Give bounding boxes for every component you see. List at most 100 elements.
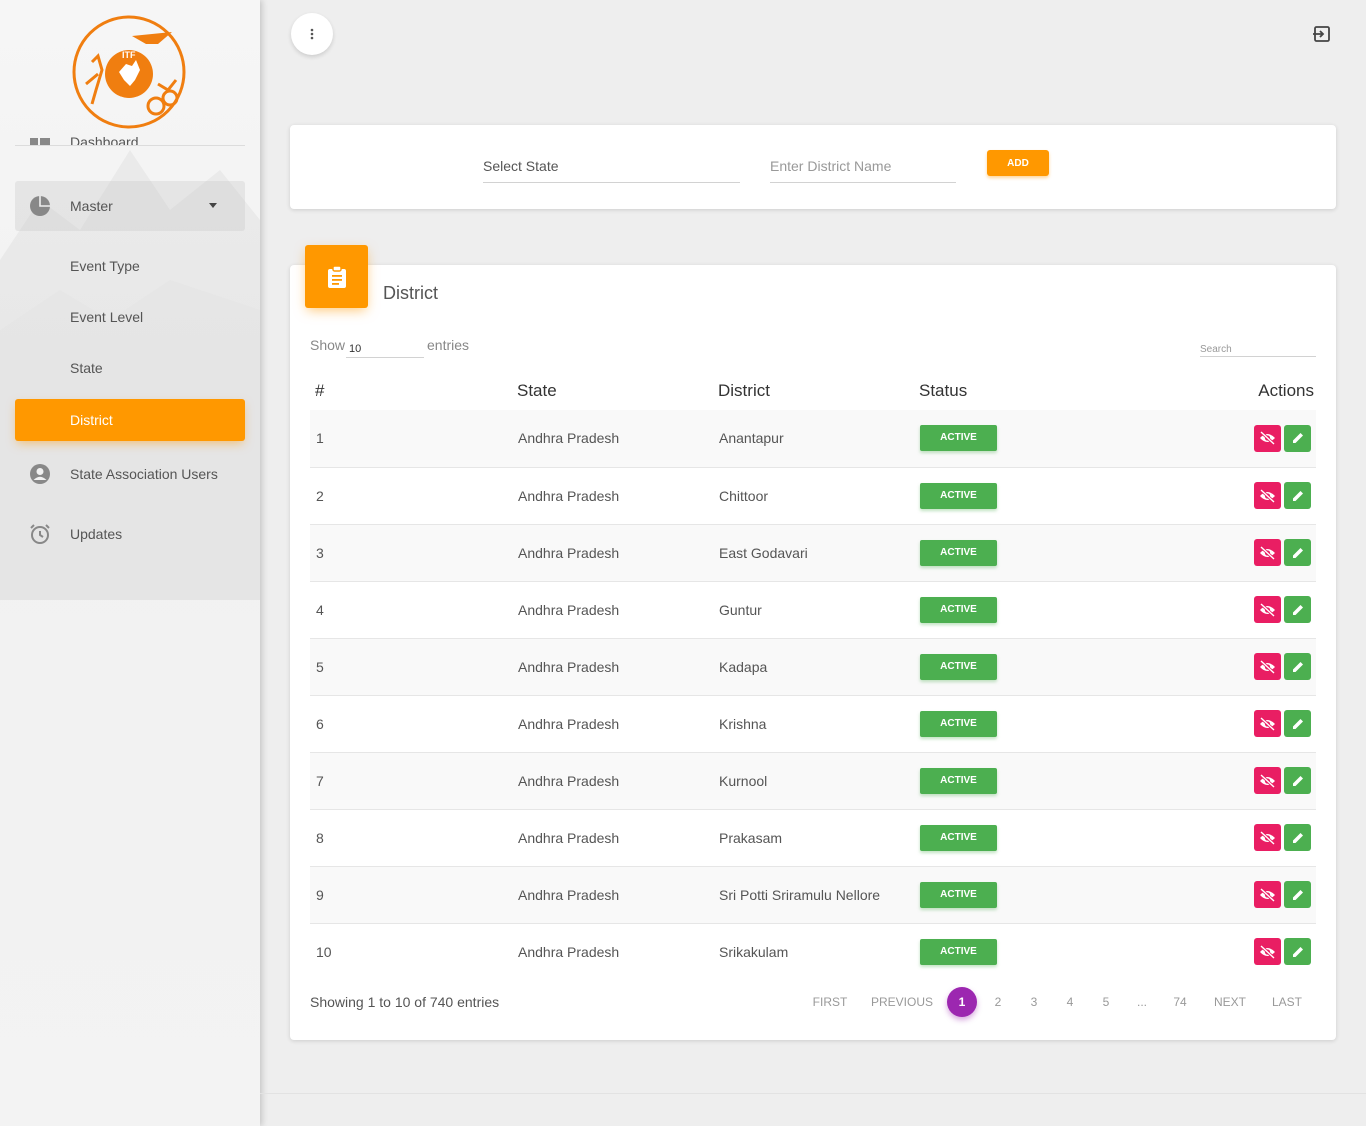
cell-district: Srikakulam xyxy=(713,922,914,980)
hide-button[interactable] xyxy=(1254,539,1281,566)
hide-button[interactable] xyxy=(1254,881,1281,908)
sidebar-item-dashboard[interactable]: Dashboard xyxy=(15,132,245,145)
search-field[interactable] xyxy=(1200,339,1316,357)
pencil-icon xyxy=(1291,660,1305,674)
eye-off-icon xyxy=(1259,887,1276,902)
status-badge[interactable]: ACTIVE xyxy=(920,710,997,737)
edit-button[interactable] xyxy=(1284,710,1311,737)
table-row: 1 Andhra Pradesh Anantapur ACTIVE xyxy=(310,410,1316,467)
table-row: 3 Andhra Pradesh East Godavari ACTIVE xyxy=(310,523,1316,581)
hide-button[interactable] xyxy=(1254,938,1281,966)
pagination-page-4[interactable]: 4 xyxy=(1060,987,1080,1017)
table-row: 8 Andhra Pradesh Prakasam ACTIVE xyxy=(310,808,1316,866)
hide-button[interactable] xyxy=(1254,424,1281,452)
pagination-previous[interactable]: PREVIOUS xyxy=(870,987,934,1017)
sidebar-item-label: District xyxy=(70,412,113,428)
alarm-clock-icon xyxy=(29,523,51,545)
edit-button[interactable] xyxy=(1284,938,1311,966)
status-badge[interactable]: ACTIVE xyxy=(920,482,997,509)
cell-status: ACTIVE xyxy=(914,865,1164,923)
more-menu-button[interactable] xyxy=(291,13,333,55)
edit-button[interactable] xyxy=(1284,767,1311,794)
status-badge[interactable]: ACTIVE xyxy=(920,596,997,623)
pagination-next[interactable]: NEXT xyxy=(1210,987,1250,1017)
hide-button[interactable] xyxy=(1254,482,1281,509)
status-badge[interactable]: ACTIVE xyxy=(920,881,997,908)
sidebar-item-district[interactable]: District xyxy=(15,399,245,441)
sidebar-item-event-level[interactable]: Event Level xyxy=(15,296,245,338)
edit-button[interactable] xyxy=(1284,881,1311,908)
search-input[interactable] xyxy=(1200,344,1316,355)
edit-button[interactable] xyxy=(1284,539,1311,566)
cell-state: Andhra Pradesh xyxy=(512,637,713,695)
logout-button[interactable] xyxy=(1312,24,1332,44)
cell-state: Andhra Pradesh xyxy=(512,523,713,581)
sidebar-item-label: State Association Users xyxy=(70,466,218,482)
hide-button[interactable] xyxy=(1254,824,1281,851)
pagination-ellipsis: ... xyxy=(1136,995,1147,1009)
column-header-state[interactable]: State xyxy=(512,372,713,410)
state-select[interactable]: Select State xyxy=(483,155,740,183)
page-size-select[interactable]: 10 xyxy=(346,338,424,358)
pencil-icon xyxy=(1291,431,1305,445)
pagination-page-3[interactable]: 3 xyxy=(1024,987,1044,1017)
pagination-page-74[interactable]: 74 xyxy=(1168,987,1192,1017)
cell-district: Chittoor xyxy=(713,466,914,524)
cell-number: 6 xyxy=(310,694,512,752)
edit-button[interactable] xyxy=(1284,482,1311,509)
pagination-page-5[interactable]: 5 xyxy=(1096,987,1116,1017)
pencil-icon xyxy=(1291,546,1305,560)
add-button[interactable]: ADD xyxy=(987,150,1049,176)
cell-district: Prakasam xyxy=(713,808,914,866)
itf-logo[interactable]: ITF xyxy=(72,14,190,132)
edit-button[interactable] xyxy=(1284,653,1311,680)
cell-state: Andhra Pradesh xyxy=(512,865,713,923)
edit-button[interactable] xyxy=(1284,424,1311,452)
eye-off-icon xyxy=(1259,716,1276,731)
status-badge[interactable]: ACTIVE xyxy=(920,653,997,680)
cell-number: 4 xyxy=(310,580,512,638)
cell-status: ACTIVE xyxy=(914,808,1164,866)
status-badge[interactable]: ACTIVE xyxy=(920,767,997,794)
district-name-input[interactable] xyxy=(770,155,956,174)
sidebar-item-state[interactable]: State xyxy=(15,347,245,389)
sidebar-item-label: Event Type xyxy=(70,258,140,274)
table-row: 9 Andhra Pradesh Sri Potti Sriramulu Nello… xyxy=(310,865,1316,923)
pencil-icon xyxy=(1291,603,1305,617)
card-title: District xyxy=(383,283,438,303)
column-header-status[interactable]: Status xyxy=(914,372,1164,410)
cell-actions xyxy=(1164,637,1316,695)
table-row: 7 Andhra Pradesh Kurnool ACTIVE xyxy=(310,751,1316,809)
hide-button[interactable] xyxy=(1254,710,1281,737)
sidebar-item-updates[interactable]: Updates xyxy=(15,513,245,555)
sidebar-item-master[interactable]: Master xyxy=(15,181,245,231)
status-badge[interactable]: ACTIVE xyxy=(920,425,997,452)
sidebar-item-event-type[interactable]: Event Type xyxy=(15,245,245,287)
pencil-icon xyxy=(1291,774,1305,788)
pagination-last[interactable]: LAST xyxy=(1268,987,1306,1017)
cell-actions xyxy=(1164,922,1316,980)
cell-district: East Godavari xyxy=(713,523,914,581)
cell-actions xyxy=(1164,410,1316,467)
card-header-icon xyxy=(305,245,368,308)
sidebar-item-state-association-users[interactable]: State Association Users xyxy=(15,453,245,495)
status-badge[interactable]: ACTIVE xyxy=(920,938,997,965)
pagination-page-1[interactable]: 1 xyxy=(947,987,977,1017)
hide-button[interactable] xyxy=(1254,596,1281,623)
edit-button[interactable] xyxy=(1284,824,1311,851)
hide-button[interactable] xyxy=(1254,653,1281,680)
column-header-number[interactable]: # xyxy=(310,372,512,410)
cell-actions xyxy=(1164,808,1316,866)
cell-state: Andhra Pradesh xyxy=(512,694,713,752)
status-badge[interactable]: ACTIVE xyxy=(920,539,997,566)
hide-button[interactable] xyxy=(1254,767,1281,794)
cell-number: 8 xyxy=(310,808,512,866)
pagination-first[interactable]: FIRST xyxy=(808,987,852,1017)
district-name-field[interactable] xyxy=(770,155,956,183)
footer-divider xyxy=(260,1093,1366,1094)
pagination-page-2[interactable]: 2 xyxy=(988,987,1008,1017)
edit-button[interactable] xyxy=(1284,596,1311,623)
cell-district: Sri Potti Sriramulu Nellore xyxy=(713,865,914,923)
column-header-district[interactable]: District xyxy=(713,372,914,410)
status-badge[interactable]: ACTIVE xyxy=(920,824,997,851)
